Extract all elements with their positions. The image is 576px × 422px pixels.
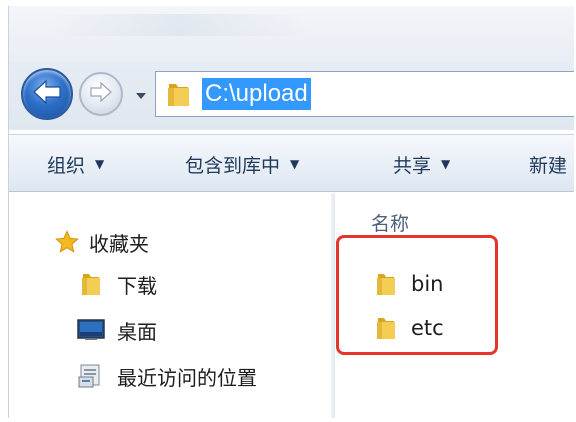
include-in-library-label: 包含到库中 — [185, 154, 281, 177]
organize-menu[interactable]: 组织 ▼ — [47, 152, 105, 177]
share-menu[interactable]: 共享 ▼ — [393, 152, 451, 177]
address-bar[interactable]: C:\upload — [155, 71, 574, 117]
file-item-bin[interactable]: bin — [375, 269, 443, 299]
column-header-name[interactable]: 名称 — [371, 209, 409, 236]
new-label: 新建 — [529, 154, 568, 177]
arrow-left-icon — [32, 79, 62, 109]
address-path[interactable]: C:\upload — [202, 78, 311, 110]
caret-down-icon: ▼ — [290, 157, 300, 171]
nav-item-desktop[interactable]: 桌面 — [75, 315, 157, 345]
back-button[interactable] — [21, 68, 73, 120]
file-list-pane: 名称 bin etc — [335, 193, 574, 418]
organize-label: 组织 — [47, 154, 86, 177]
explorer-window: C:\upload 组织 ▼ 包含到库中 ▼ 共享 ▼ 新建 收藏夹 下载 桌面… — [8, 6, 574, 418]
share-label: 共享 — [393, 154, 432, 177]
forward-button[interactable] — [79, 72, 123, 116]
navigation-pane: 收藏夹 下载 桌面 最近访问的位置 — [9, 193, 331, 418]
new-folder-button[interactable]: 新建 — [529, 152, 568, 177]
command-toolbar: 组织 ▼ 包含到库中 ▼ 共享 ▼ 新建 — [9, 134, 574, 192]
recent-places-icon — [75, 361, 107, 391]
recent-pages-button[interactable] — [133, 87, 149, 101]
caret-down-icon: ▼ — [441, 157, 451, 171]
nav-item-favorites[interactable]: 收藏夹 — [51, 227, 149, 257]
folder-icon — [375, 269, 407, 299]
favorites-label: 收藏夹 — [89, 231, 149, 256]
nav-item-recent-places[interactable]: 最近访问的位置 — [75, 361, 257, 391]
title-bar — [9, 6, 574, 62]
caret-down-icon: ▼ — [95, 157, 105, 171]
arrow-right-icon — [89, 81, 113, 107]
folder-icon — [375, 313, 407, 343]
chevron-down-icon — [135, 85, 147, 104]
star-icon — [51, 227, 83, 257]
file-name: etc — [411, 316, 444, 340]
nav-item-label: 最近访问的位置 — [117, 365, 257, 390]
folder-icon — [75, 269, 107, 299]
nav-item-label: 下载 — [117, 273, 157, 298]
file-item-etc[interactable]: etc — [375, 313, 444, 343]
include-in-library-menu[interactable]: 包含到库中 ▼ — [185, 152, 300, 177]
nav-item-downloads[interactable]: 下载 — [75, 269, 157, 299]
file-name: bin — [411, 272, 444, 296]
folder-icon — [166, 80, 192, 108]
desktop-icon — [75, 315, 107, 345]
nav-item-label: 桌面 — [117, 319, 157, 344]
